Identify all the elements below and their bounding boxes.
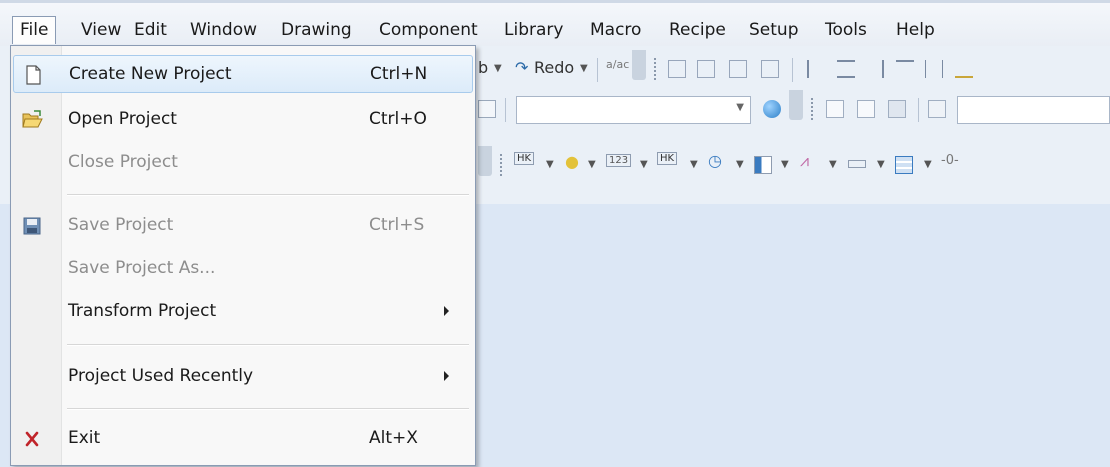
menu-library[interactable]: Library <box>497 16 570 44</box>
slider-icon[interactable]: -0- <box>941 153 959 168</box>
toolbar-grip[interactable] <box>654 58 658 80</box>
chevron-down-icon[interactable]: ▼ <box>736 159 744 170</box>
menu-item-save-project-as[interactable]: Save Project As... <box>13 250 473 288</box>
back-screen-icon[interactable] <box>928 100 946 118</box>
clock-icon[interactable]: ◷ <box>708 151 722 170</box>
menu-recipe[interactable]: Recipe <box>662 16 733 44</box>
trend-chart-icon[interactable]: ⩘ <box>800 151 809 171</box>
chevron-down-icon[interactable]: ▼ <box>546 159 554 170</box>
menu-item-shortcut: Ctrl+N <box>370 64 428 84</box>
screen-list-icon[interactable] <box>857 100 875 118</box>
menu-item-shortcut: Ctrl+O <box>369 109 427 129</box>
open-folder-icon <box>22 110 43 128</box>
toolbar-grip[interactable] <box>811 98 815 120</box>
globe-icon[interactable] <box>763 100 781 118</box>
distribute-top-icon[interactable] <box>896 60 914 78</box>
word-switch-icon[interactable]: HK <box>657 152 678 165</box>
menu-item-exit[interactable]: Exit Alt+X <box>13 420 473 458</box>
meter-icon[interactable] <box>848 160 866 168</box>
menu-item-shortcut: Ctrl+S <box>369 215 425 235</box>
picture-icon[interactable] <box>478 100 496 118</box>
center-horizontal-icon[interactable] <box>837 60 855 78</box>
redo-button[interactable]: Redo <box>534 58 574 77</box>
toolbar-grip[interactable] <box>500 154 504 176</box>
chevron-down-icon[interactable]: ▼ <box>640 159 648 170</box>
menu-setup[interactable]: Setup <box>742 16 805 44</box>
menu-item-label: Close Project <box>68 152 178 172</box>
menu-item-transform-project[interactable]: Transform Project <box>13 293 473 331</box>
menu-item-label: Save Project As... <box>68 258 216 278</box>
bar-graph-icon[interactable] <box>754 156 772 174</box>
align-bottom-icon[interactable] <box>761 60 779 78</box>
toolbar-overflow-chevron[interactable] <box>632 50 646 80</box>
toolbar-separator <box>597 58 598 82</box>
chevron-down-icon[interactable]: ▼ <box>877 159 885 170</box>
toolbar-overflow-chevron[interactable] <box>478 146 492 176</box>
menu-item-close-project[interactable]: Close Project <box>13 144 473 182</box>
menu-item-label: Project Used Recently <box>68 366 254 386</box>
chart-align-icon[interactable] <box>955 60 973 78</box>
menu-component[interactable]: Component <box>372 16 485 44</box>
menu-macro[interactable]: Macro <box>583 16 648 44</box>
menu-item-label: Create New Project <box>69 64 232 84</box>
chevron-down-icon[interactable]: ▼ <box>924 159 932 170</box>
menu-item-create-new-project[interactable]: Create New Project Ctrl+N <box>13 55 473 93</box>
menu-file[interactable]: File <box>12 16 57 44</box>
screen-properties-icon[interactable] <box>888 100 906 118</box>
table-icon[interactable] <box>895 156 913 174</box>
center-vertical-icon[interactable] <box>925 60 943 78</box>
exit-x-icon <box>25 431 39 447</box>
bit-switch-icon[interactable]: HK <box>514 152 535 165</box>
new-document-icon <box>26 65 41 85</box>
new-screen-icon[interactable] <box>826 100 844 118</box>
text-style-icon[interactable]: a/ac <box>606 58 629 71</box>
menu-item-label: Transform Project <box>68 301 217 321</box>
screen-select[interactable] <box>957 96 1110 124</box>
file-menu-dropdown: Create New Project Ctrl+N Open Project C… <box>10 45 476 466</box>
redo-dropdown-icon[interactable]: ▼ <box>580 63 588 74</box>
menu-tools[interactable]: Tools <box>818 16 874 44</box>
align-left-icon[interactable] <box>668 60 686 78</box>
chevron-down-icon: ▼ <box>736 102 744 113</box>
submenu-arrow-icon <box>444 371 449 381</box>
toolbar-separator <box>505 98 506 122</box>
undo-dropdown-icon[interactable]: ▼ <box>494 63 502 74</box>
toolbar-separator <box>792 58 793 82</box>
menu-drawing[interactable]: Drawing <box>274 16 359 44</box>
align-top-icon[interactable] <box>729 60 747 78</box>
menu-help[interactable]: Help <box>889 16 942 44</box>
menu-item-save-project[interactable]: Save Project Ctrl+S <box>13 207 473 245</box>
menu-separator <box>67 344 469 346</box>
menu-item-shortcut: Alt+X <box>369 428 418 448</box>
menu-item-label: Open Project <box>68 109 177 129</box>
component-select[interactable]: ▼ <box>516 96 751 124</box>
toolbar-overflow-chevron[interactable] <box>789 90 803 120</box>
chevron-down-icon[interactable]: ▼ <box>829 159 837 170</box>
numeric-input-icon[interactable]: 123 <box>606 154 632 167</box>
chevron-down-icon[interactable]: ▼ <box>588 159 596 170</box>
lamp-icon[interactable]: ● <box>565 152 579 171</box>
menu-separator <box>67 194 469 196</box>
menu-bar: File View Edit Window Drawing Component … <box>0 0 1110 46</box>
menu-item-open-project[interactable]: Open Project Ctrl+O <box>13 101 473 139</box>
save-disk-icon <box>23 217 41 235</box>
menu-item-project-used-recently[interactable]: Project Used Recently <box>13 358 473 396</box>
menu-window[interactable]: Window <box>183 16 264 44</box>
undo-fragment[interactable]: b <box>478 58 488 77</box>
menu-item-label: Exit <box>68 428 101 448</box>
menu-view[interactable]: View <box>74 16 128 44</box>
redo-icon[interactable]: ↷ <box>515 58 528 77</box>
chevron-down-icon[interactable]: ▼ <box>690 159 698 170</box>
distribute-right-icon[interactable] <box>866 60 884 78</box>
distribute-left-icon[interactable] <box>807 60 825 78</box>
menu-separator <box>67 408 469 410</box>
align-right-icon[interactable] <box>697 60 715 78</box>
menu-edit[interactable]: Edit <box>127 16 174 44</box>
toolbar-separator <box>918 98 919 122</box>
chevron-down-icon[interactable]: ▼ <box>781 159 789 170</box>
submenu-arrow-icon <box>444 306 449 316</box>
menu-item-label: Save Project <box>68 215 174 235</box>
